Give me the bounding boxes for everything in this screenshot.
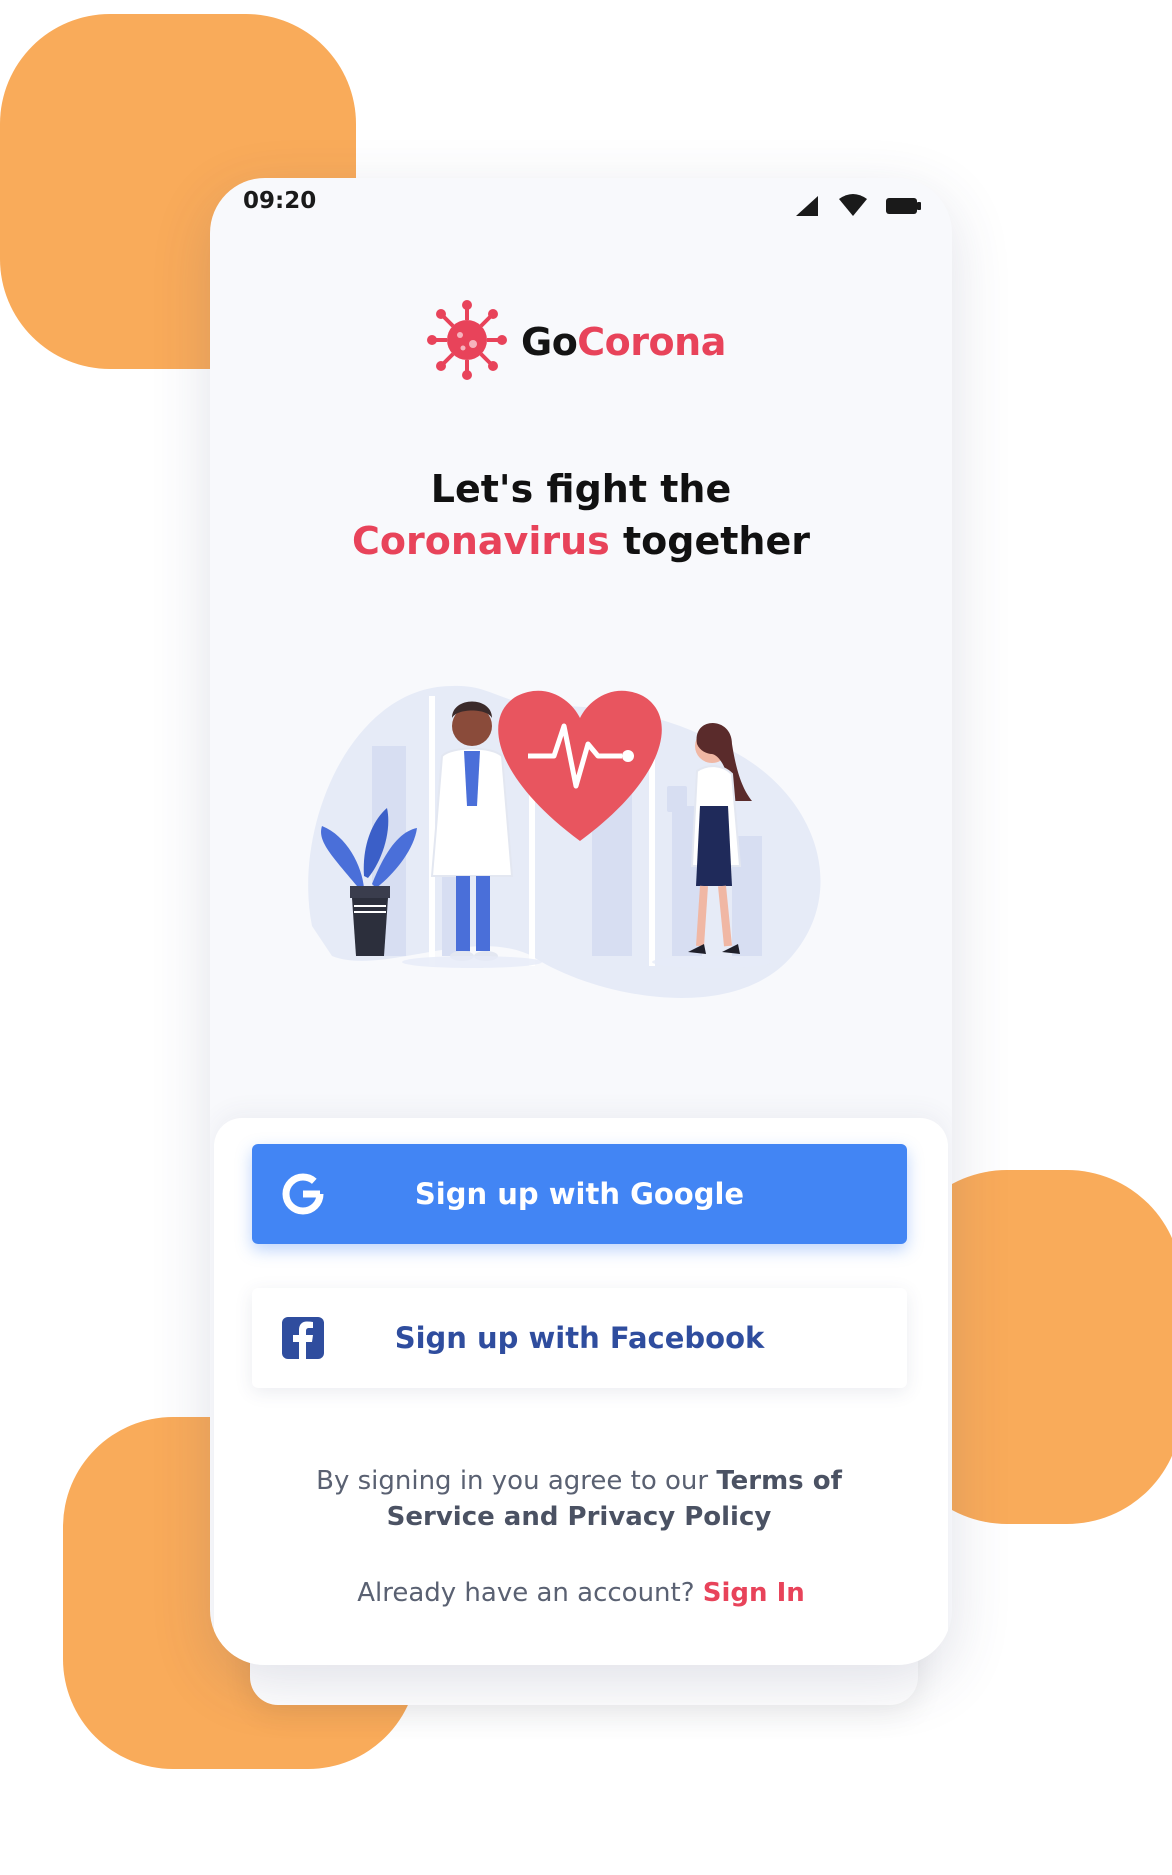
signin-link[interactable]: Sign In	[703, 1578, 805, 1608]
app-name-part2: Corona	[577, 320, 726, 364]
terms-text: By signing in you agree to our Terms of …	[274, 1463, 884, 1535]
headline: Let's fight the Coronavirus together	[210, 463, 952, 567]
signin-prompt-text: Already have an account?	[357, 1578, 695, 1608]
google-button-label: Sign up with Google	[414, 1177, 745, 1211]
facebook-icon	[280, 1315, 326, 1361]
app-logo: GoCorona	[427, 300, 726, 384]
status-bar: 09:20	[210, 178, 952, 238]
google-signup-button[interactable]: Sign up with Google	[252, 1144, 907, 1244]
coronavirus-logo-icon	[427, 300, 507, 384]
status-time: 09:20	[243, 188, 317, 214]
google-icon	[280, 1171, 326, 1217]
headline-rest: together	[623, 519, 810, 563]
status-icons	[794, 194, 922, 222]
headline-line2: Coronavirus together	[210, 515, 952, 567]
facebook-signup-button[interactable]: Sign up with Facebook	[252, 1288, 907, 1388]
terms-prefix: By signing in you agree to our	[316, 1466, 709, 1496]
headline-line1: Let's fight the	[430, 467, 732, 511]
wifi-icon	[838, 194, 868, 222]
app-name: GoCorona	[521, 320, 726, 364]
signin-prompt: Already have an account? Sign In	[214, 1578, 948, 1608]
phone-frame: 09:20 GoCorona Let's fight the Coronavir…	[210, 178, 952, 1665]
facebook-button-label: Sign up with Facebook	[394, 1321, 765, 1355]
battery-icon	[886, 196, 922, 220]
signup-sheet: Sign up with Google Sign up with Faceboo…	[214, 1118, 948, 1665]
headline-highlight: Coronavirus	[352, 519, 610, 563]
app-name-part1: Go	[521, 320, 578, 364]
signal-icon	[794, 194, 820, 222]
doctors-illustration	[292, 626, 872, 1038]
